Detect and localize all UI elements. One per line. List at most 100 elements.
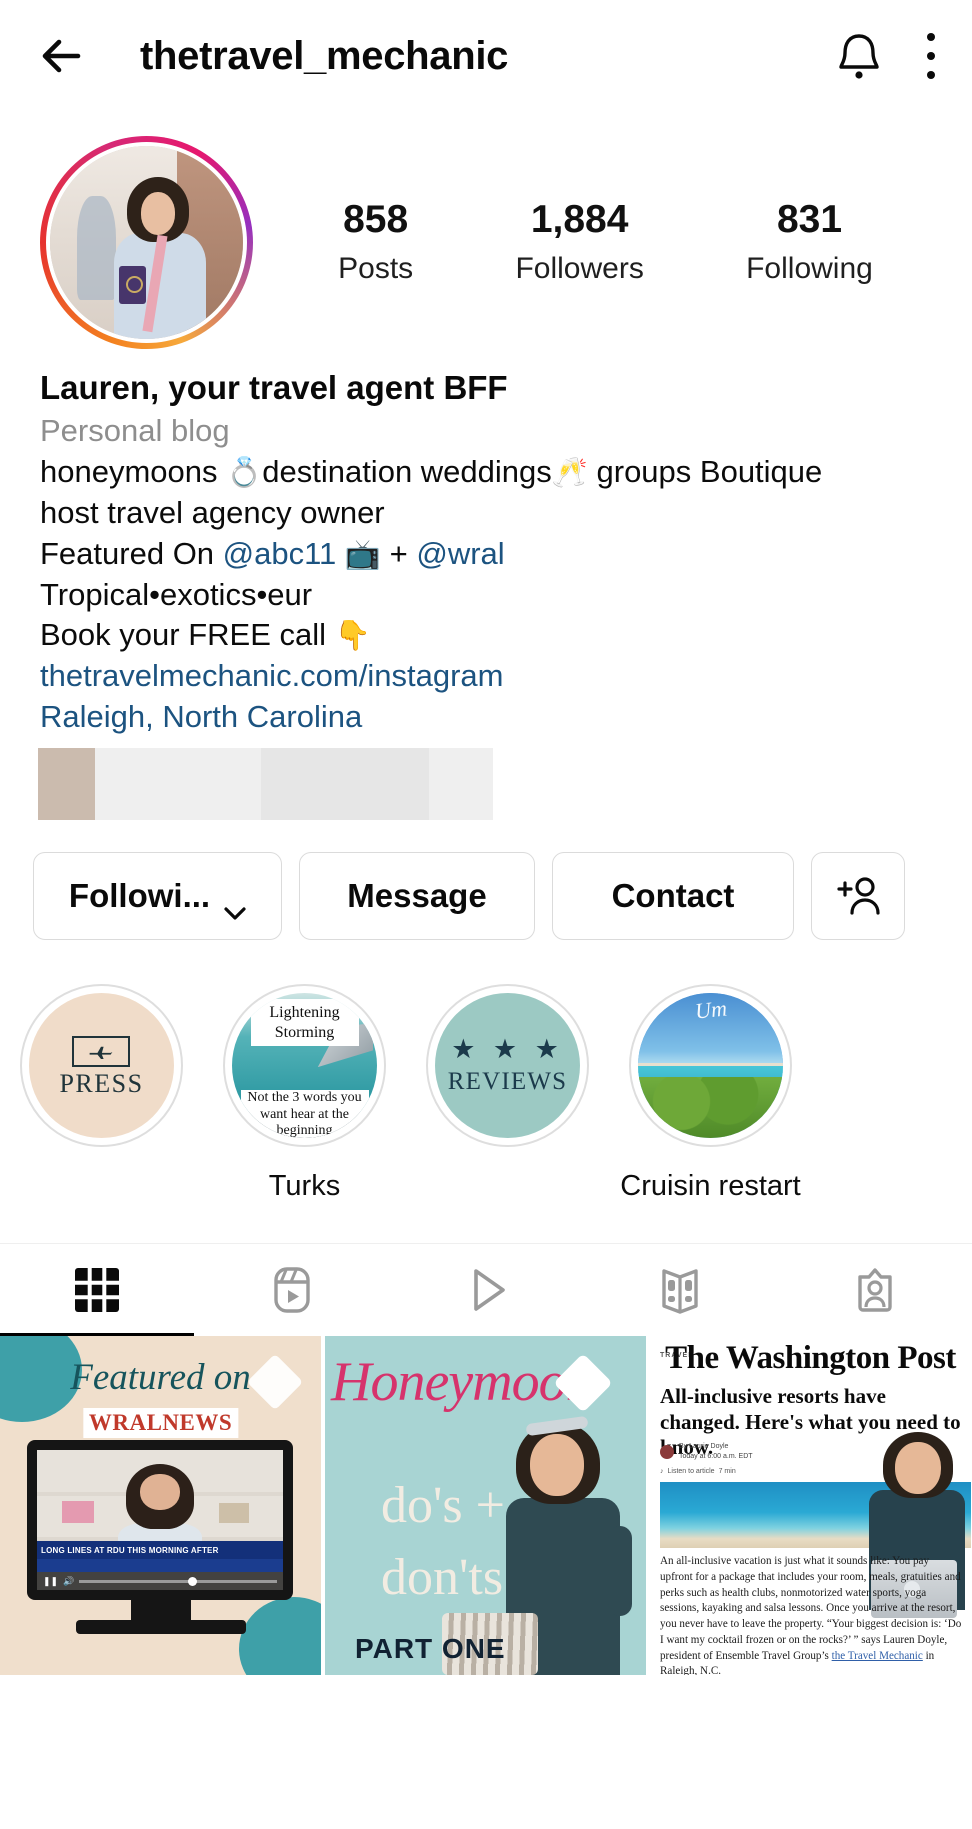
notification-bell-icon[interactable] bbox=[836, 31, 882, 81]
highlight-press[interactable]: PRESS bbox=[0, 984, 203, 1203]
bio-line5-text: Book your FREE call bbox=[40, 617, 335, 653]
profile-bio: Lauren, your travel agent BFF Personal b… bbox=[0, 349, 972, 738]
post3-byline-date: Today at 6:00 a.m. EDT bbox=[679, 1452, 753, 1460]
post3-body-text: An all-inclusive vacation is just what i… bbox=[660, 1555, 962, 1662]
post3-body-link[interactable]: the Travel Mechanic bbox=[832, 1650, 923, 1662]
tab-igtv[interactable] bbox=[389, 1244, 583, 1336]
add-person-icon bbox=[835, 875, 881, 917]
post3-listen-row: ♪ Listen to article 7 min bbox=[660, 1468, 736, 1475]
add-person-button[interactable] bbox=[811, 852, 905, 941]
followers-count: 1,884 bbox=[530, 198, 629, 242]
post3-listen-label: Listen to article bbox=[667, 1468, 715, 1476]
highlight-cover-reviews: ★ ★ ★ REVIEWS bbox=[435, 993, 580, 1139]
highlight-ring: PRESS bbox=[20, 984, 183, 1148]
placeholder-block-3 bbox=[261, 748, 429, 821]
post1-logo-a: WRAL bbox=[88, 1410, 163, 1436]
guides-book-icon bbox=[655, 1265, 705, 1315]
post3-masthead: The Washington Post bbox=[665, 1340, 956, 1377]
highlight-cover-cruise: Um bbox=[638, 993, 783, 1139]
tab-reels[interactable] bbox=[194, 1244, 388, 1336]
post1-television: LONG LINES AT RDU THIS MORNING AFTER ❚❚ … bbox=[27, 1440, 293, 1601]
grid-icon bbox=[72, 1265, 122, 1315]
overflow-menu-icon[interactable] bbox=[926, 33, 936, 79]
bio-website-link[interactable]: thetravelmechanic.com/instagram bbox=[40, 656, 932, 697]
header-actions bbox=[836, 31, 936, 81]
message-button-label: Message bbox=[347, 877, 487, 915]
post-washington-post-article[interactable]: TRAVEL The Washington Post All-inclusive… bbox=[650, 1336, 971, 1676]
mention-wral[interactable]: @wral bbox=[416, 536, 504, 571]
highlight-turks[interactable]: Lightening Storming Not the 3 words you … bbox=[203, 984, 406, 1203]
loading-placeholder-strip bbox=[38, 748, 493, 821]
television-emoji: 📺 bbox=[344, 538, 382, 571]
chevron-down-icon bbox=[224, 890, 246, 920]
tagged-person-icon bbox=[850, 1265, 900, 1315]
post2-line-1: do's + bbox=[381, 1477, 505, 1535]
avatar[interactable] bbox=[40, 136, 253, 349]
contact-button[interactable]: Contact bbox=[552, 852, 794, 941]
airplane-icon bbox=[72, 1036, 131, 1068]
bio-line-4: Tropical•exotics•eur bbox=[40, 576, 313, 612]
profile-summary: 858 Posts 1,884 Followers 831 Following bbox=[0, 112, 972, 349]
tab-grid[interactable] bbox=[0, 1244, 195, 1337]
highlight-reviews[interactable]: ★ ★ ★ REVIEWS bbox=[406, 984, 609, 1203]
post-featured-on-wral[interactable]: Featured on WRALNEWS LONG LINES AT RDU T… bbox=[0, 1336, 321, 1676]
play-triangle-icon bbox=[461, 1265, 511, 1315]
posts-count: 858 bbox=[343, 198, 409, 242]
stars-icon: ★ ★ ★ bbox=[451, 1033, 564, 1064]
tab-tagged[interactable] bbox=[778, 1244, 972, 1336]
highlight-ring: Um bbox=[629, 984, 792, 1148]
post3-listen-time: 7 min bbox=[718, 1468, 736, 1476]
profile-stats: 858 Posts 1,884 Followers 831 Following bbox=[253, 198, 932, 286]
bio-display-name: Lauren, your travel agent BFF bbox=[40, 369, 508, 406]
bio-line1-part-b: destination weddings bbox=[262, 454, 552, 490]
bio-line-1: honeymoons 💍destination weddings🥂 groups… bbox=[40, 452, 932, 493]
following-button[interactable]: Followi... bbox=[33, 852, 282, 941]
headphones-icon: ♪ bbox=[660, 1468, 664, 1476]
highlight-cover-turks: Lightening Storming Not the 3 words you … bbox=[232, 993, 377, 1139]
stat-posts[interactable]: 858 Posts bbox=[338, 198, 414, 286]
back-arrow-icon[interactable] bbox=[34, 25, 96, 87]
stat-followers[interactable]: 1,884 Followers bbox=[515, 198, 644, 286]
posts-label: Posts bbox=[338, 251, 414, 285]
message-button[interactable]: Message bbox=[299, 852, 535, 941]
bio-location[interactable]: Raleigh, North Carolina bbox=[40, 697, 932, 738]
following-count: 831 bbox=[776, 198, 843, 242]
placeholder-block-4 bbox=[429, 748, 493, 821]
followers-label: Followers bbox=[515, 251, 644, 285]
bio-line1-part-a: honeymoons bbox=[40, 454, 227, 490]
highlight-cover-caption-top: Lightening Storming bbox=[250, 999, 359, 1047]
bio-category: Personal blog bbox=[40, 413, 230, 449]
bio-line-3: Featured On @abc11 📺 + @wral bbox=[40, 534, 932, 575]
tab-guides[interactable] bbox=[583, 1244, 777, 1336]
page-title: thetravel_mechanic bbox=[140, 33, 509, 78]
post3-byline-name: By Laurie Doyle bbox=[679, 1443, 729, 1451]
highlight-cover-text: REVIEWS bbox=[447, 1067, 568, 1095]
ring-emoji: 💍 bbox=[226, 457, 263, 490]
avatar-photo bbox=[50, 146, 243, 339]
stat-following[interactable]: 831 Following bbox=[746, 198, 873, 286]
app-header: thetravel_mechanic bbox=[0, 0, 972, 112]
highlight-label-turks: Turks bbox=[268, 1170, 341, 1203]
highlight-ring: ★ ★ ★ REVIEWS bbox=[426, 984, 589, 1148]
cruise-script-text: Um bbox=[693, 995, 728, 1024]
highlight-label-cruisin-restart: Cruisin restart bbox=[620, 1170, 801, 1203]
turks-text-line1: Lightening bbox=[269, 1004, 340, 1022]
post3-article-body: An all-inclusive vacation is just what i… bbox=[660, 1554, 963, 1675]
highlight-cruisin-restart[interactable]: Um Cruisin restart bbox=[609, 984, 812, 1203]
post1-logo-b: NEWS bbox=[162, 1410, 233, 1436]
instagram-profile-screen: thetravel_mechanic 858 Posts 1,884 Follo… bbox=[0, 0, 972, 1829]
placeholder-block-1 bbox=[38, 748, 95, 821]
post1-news-ticker: LONG LINES AT RDU THIS MORNING AFTER bbox=[37, 1541, 283, 1560]
following-label: Following bbox=[746, 251, 873, 285]
champagne-emoji: 🥂 bbox=[551, 457, 588, 490]
point-down-emoji: 👇 bbox=[334, 620, 371, 653]
highlight-ring: Lightening Storming Not the 3 words you … bbox=[223, 984, 386, 1148]
highlight-cover-text: PRESS bbox=[59, 1069, 144, 1099]
highlight-cover-press: PRESS bbox=[29, 993, 174, 1139]
placeholder-block-2 bbox=[95, 748, 261, 821]
turks-text-line2: Storming bbox=[274, 1023, 335, 1041]
post2-part-label: PART ONE bbox=[355, 1633, 506, 1665]
bio-line3-prefix: Featured On bbox=[40, 535, 223, 571]
post-honeymoon-dos-donts[interactable]: Honeymoon do's + don'ts PART ONE bbox=[325, 1336, 646, 1676]
mention-abc11[interactable]: @abc11 bbox=[223, 536, 337, 571]
